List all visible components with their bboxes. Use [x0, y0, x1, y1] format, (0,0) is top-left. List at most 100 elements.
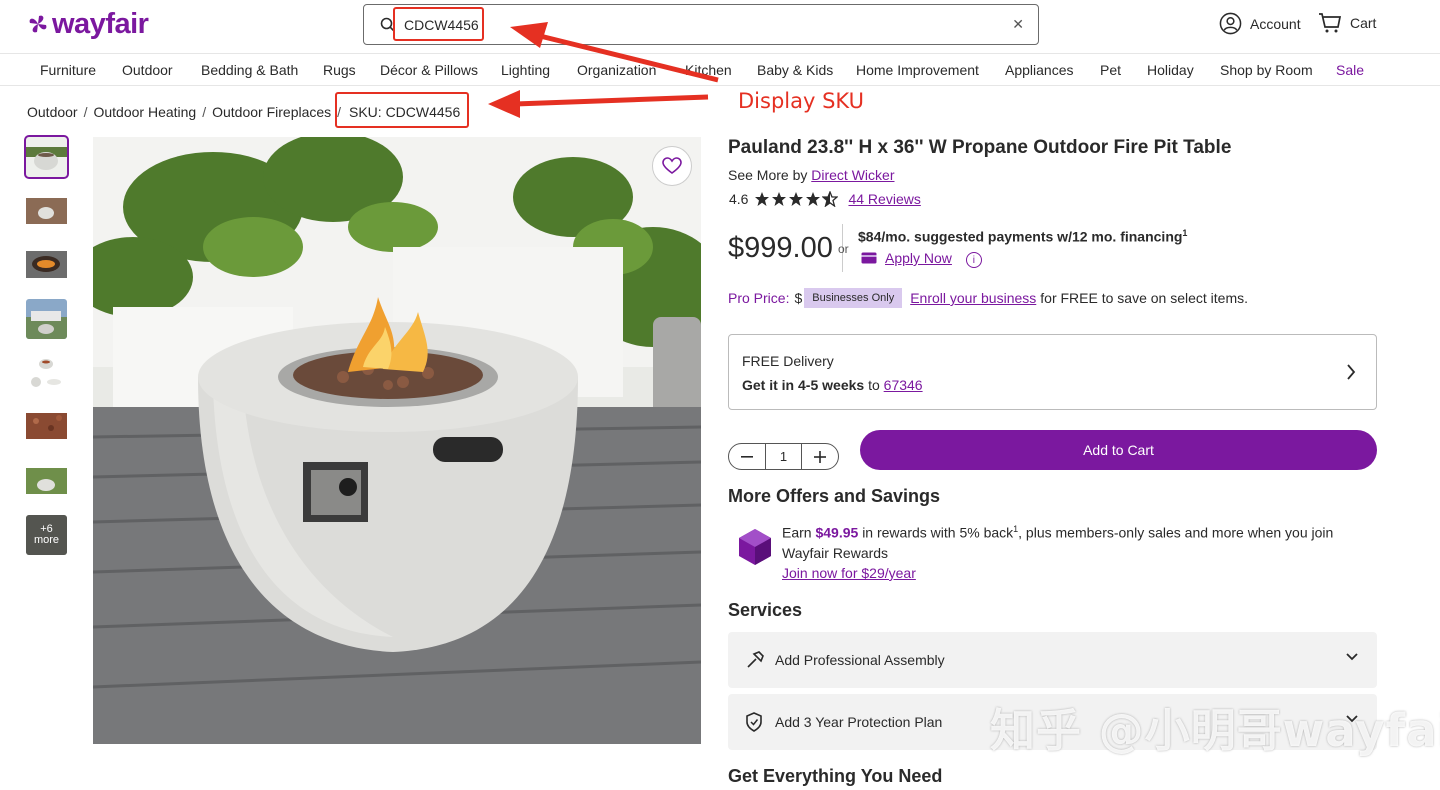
nav-item-sale[interactable]: Sale	[1336, 62, 1364, 78]
info-icon[interactable]: i	[965, 252, 982, 268]
shield-icon	[746, 712, 762, 732]
breadcrumb-outdoor-heating[interactable]: Outdoor Heating	[93, 104, 196, 120]
clear-search-icon[interactable]: ✕	[1012, 16, 1024, 33]
zip-code-link[interactable]: 67346	[884, 377, 923, 393]
financing-text: $84/mo. suggested payments w/12 mo. fina…	[858, 228, 1187, 245]
nav-item-holiday[interactable]: Holiday	[1147, 62, 1194, 78]
enroll-business-link[interactable]: Enroll your business	[910, 290, 1036, 306]
thumbnail-7[interactable]	[26, 461, 67, 501]
to-label: to	[868, 377, 880, 393]
pro-price-partial: $	[794, 290, 803, 306]
chevron-down-icon	[1346, 653, 1358, 661]
thumbnail-2[interactable]	[26, 191, 67, 231]
breadcrumb: Outdoor / Outdoor Heating / Outdoor Fire…	[27, 104, 341, 120]
enroll-text: for FREE to save on select items.	[1040, 290, 1249, 306]
quantity-stepper: 1	[728, 443, 839, 470]
thumbnail-image	[26, 191, 67, 231]
watermark-text: 知乎 @小明哥wayfair	[990, 704, 1440, 757]
thumbnail-4[interactable]	[26, 299, 67, 339]
credit-card-icon	[861, 252, 877, 264]
sku-highlight-box	[335, 92, 469, 128]
product-main-image[interactable]	[93, 137, 701, 744]
thumbnail-image	[26, 244, 67, 284]
thumbnail-3[interactable]	[26, 244, 67, 284]
nav-item-appliances[interactable]: Appliances	[1005, 62, 1074, 78]
annotation-label: Display SKU	[738, 89, 864, 113]
thumbnail-image	[26, 299, 67, 339]
increase-quantity-button[interactable]	[802, 443, 838, 470]
rewards-cube-icon	[739, 529, 771, 565]
pro-price-row: Pro Price: $ Businesses Only Enroll your…	[728, 288, 1248, 308]
apply-now-link[interactable]: Apply Now	[885, 250, 952, 266]
brand-link[interactable]: Direct Wicker	[811, 167, 894, 183]
nav-item-home-improvement[interactable]: Home Improvement	[856, 62, 979, 78]
thumbnail-image	[26, 461, 67, 501]
favorite-button[interactable]	[652, 146, 692, 186]
chevron-right-icon	[1347, 364, 1356, 380]
nav-item-pet[interactable]: Pet	[1100, 62, 1121, 78]
thumbnail-more[interactable]: +6 more	[26, 515, 67, 555]
star-full-icon	[789, 192, 804, 206]
thumbnail-image	[26, 352, 67, 392]
more-images-overlay: +6 more	[26, 515, 67, 555]
breadcrumb-separator: /	[83, 104, 88, 120]
delivery-estimate: Get it in 4-5 weeks to 67346	[742, 377, 923, 393]
account-label: Account	[1250, 15, 1301, 32]
account-link[interactable]: Account	[1219, 12, 1301, 35]
cart-link[interactable]: Cart	[1318, 12, 1376, 34]
rating-row: 4.6 44 Reviews	[729, 191, 921, 207]
delivery-box[interactable]: FREE Delivery Get it in 4-5 weeks to 673…	[728, 334, 1377, 410]
star-full-icon	[806, 192, 821, 206]
decrease-quantity-button[interactable]	[729, 443, 765, 470]
service-protection-label: Add 3 Year Protection Plan	[775, 714, 943, 730]
thumbnail-5[interactable]	[26, 352, 67, 392]
nav-item-kitchen[interactable]: Kitchen	[685, 62, 732, 78]
star-full-icon	[755, 192, 770, 206]
nav-item-outdoor[interactable]: Outdoor	[122, 62, 173, 78]
nav-item-rugs[interactable]: Rugs	[323, 62, 356, 78]
free-delivery-label: FREE Delivery	[742, 353, 834, 369]
rewards-text-1: in rewards with 5% back	[862, 524, 1014, 541]
minus-icon	[740, 455, 753, 458]
product-price: $999.00	[728, 232, 833, 264]
delivery-weeks: 4-5 weeks	[798, 377, 865, 393]
more-label: more	[33, 534, 60, 546]
thumbnail-image	[26, 137, 67, 177]
breadcrumb-separator: /	[202, 104, 207, 120]
nav-item-furniture[interactable]: Furniture	[40, 62, 96, 78]
breadcrumb-outdoor-fireplaces[interactable]: Outdoor Fireplaces	[212, 104, 331, 120]
rating-value: 4.6	[729, 191, 749, 207]
thumbnail-1[interactable]	[24, 135, 69, 179]
get-it-label: Get it in	[742, 377, 795, 393]
thumbnail-6[interactable]	[26, 406, 67, 446]
rewards-amount: $49.95	[815, 524, 859, 541]
service-assembly-option[interactable]: Add Professional Assembly	[728, 632, 1377, 688]
more-offers-heading: More Offers and Savings	[728, 486, 941, 506]
nav-item-organization[interactable]: Organization	[577, 62, 656, 78]
add-to-cart-button[interactable]: Add to Cart	[860, 430, 1377, 470]
nav-item-shop-by-room[interactable]: Shop by Room	[1220, 62, 1313, 78]
fire-pit-photo	[93, 137, 701, 744]
wayfair-logo[interactable]: wayfair	[26, 8, 149, 40]
pro-price-label: Pro Price:	[728, 290, 790, 306]
breadcrumb-outdoor[interactable]: Outdoor	[27, 104, 78, 120]
apply-now-row: Apply Now i	[861, 248, 982, 268]
logo-pinwheel-icon	[29, 15, 47, 33]
cart-icon	[1319, 13, 1342, 33]
see-more-label: See More by	[728, 167, 808, 183]
nav-item-decor-pillows[interactable]: Décor & Pillows	[380, 62, 478, 78]
nav-item-baby-kids[interactable]: Baby & Kids	[757, 62, 833, 78]
reviews-link[interactable]: 44 Reviews	[848, 191, 920, 207]
logo-text: wayfair	[52, 8, 149, 40]
get-everything-heading: Get Everything You Need	[728, 766, 943, 786]
services-heading: Services	[728, 600, 803, 620]
hammer-icon	[747, 651, 764, 668]
nav-item-lighting[interactable]: Lighting	[501, 62, 550, 78]
quantity-input[interactable]: 1	[764, 444, 803, 469]
or-label: or	[838, 242, 849, 256]
plus-icon	[814, 450, 827, 463]
join-rewards-link[interactable]: Join now for $29/year	[782, 565, 916, 581]
earn-label: Earn	[782, 524, 812, 541]
nav-item-bedding-bath[interactable]: Bedding & Bath	[201, 62, 298, 78]
star-full-icon	[772, 192, 787, 206]
